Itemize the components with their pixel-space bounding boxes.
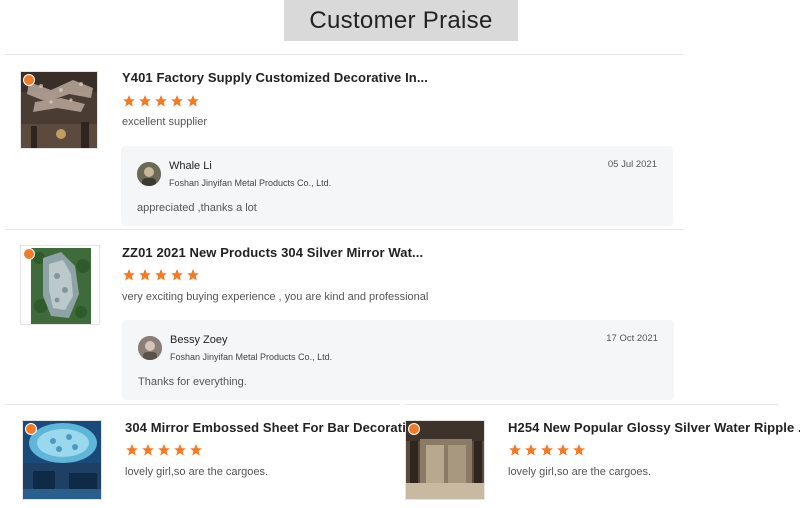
- review-comment: excellent supplier: [122, 116, 207, 128]
- star-icon: [174, 444, 186, 456]
- star-icon: [541, 444, 553, 456]
- product-thumbnail[interactable]: [405, 420, 485, 500]
- reply-text: appreciated ,thanks a lot: [137, 202, 257, 214]
- star-icon: [142, 444, 154, 456]
- star-icon: [126, 444, 138, 456]
- divider: [5, 229, 684, 230]
- star-icon: [573, 444, 585, 456]
- star-icon: [525, 444, 537, 456]
- divider: [5, 404, 400, 405]
- star-rating: [122, 268, 200, 282]
- star-icon: [171, 95, 183, 107]
- star-icon: [557, 444, 569, 456]
- company-name: Foshan Jinyifan Metal Products Co., Ltd.: [169, 178, 332, 188]
- review-date: 17 Oct 2021: [606, 333, 658, 344]
- reviewer-name: Bessy Zoey: [170, 334, 228, 346]
- star-icon: [187, 95, 199, 107]
- star-icon: [190, 444, 202, 456]
- star-icon: [171, 269, 183, 281]
- star-icon: [123, 95, 135, 107]
- section-title: Customer Praise: [284, 0, 518, 41]
- divider: [5, 54, 684, 55]
- avatar-image: [137, 162, 161, 186]
- product-thumbnail[interactable]: [22, 420, 102, 500]
- review-comment: lovely girl,so are the cargoes.: [508, 466, 652, 478]
- badge-icon: [23, 74, 35, 86]
- badge-icon: [408, 423, 420, 435]
- reviewer-name: Whale Li: [169, 160, 212, 172]
- star-icon: [509, 444, 521, 456]
- divider: [405, 404, 778, 405]
- review-date: 05 Jul 2021: [607, 159, 657, 170]
- star-icon: [187, 269, 199, 281]
- badge-icon: [25, 423, 37, 435]
- review-comment: very exciting buying experience , you ar…: [122, 291, 429, 303]
- star-icon: [123, 269, 135, 281]
- company-name: Foshan Jinyifan Metal Products Co., Ltd.: [170, 352, 333, 362]
- product-title[interactable]: ZZ01 2021 New Products 304 Silver Mirror…: [122, 245, 423, 260]
- badge-icon: [23, 248, 35, 260]
- reply-text: Thanks for everything.: [138, 376, 247, 388]
- avatar: [138, 336, 162, 360]
- product-thumbnail[interactable]: [20, 245, 100, 325]
- star-rating: [122, 94, 200, 108]
- star-rating: [125, 443, 203, 457]
- star-icon: [155, 269, 167, 281]
- product-title[interactable]: H254 New Popular Glossy Silver Water Rip…: [508, 420, 800, 435]
- star-rating: [508, 443, 586, 457]
- supplier-reply: Bessy Zoey Foshan Jinyifan Metal Product…: [122, 320, 674, 400]
- product-thumbnail[interactable]: [20, 71, 98, 149]
- product-title[interactable]: 304 Mirror Embossed Sheet For Bar Decora…: [125, 420, 432, 435]
- product-title[interactable]: Y401 Factory Supply Customized Decorativ…: [122, 70, 428, 85]
- star-icon: [155, 95, 167, 107]
- star-icon: [139, 269, 151, 281]
- supplier-reply: Whale Li Foshan Jinyifan Metal Products …: [121, 146, 673, 226]
- review-comment: lovely girl,so are the cargoes.: [125, 466, 269, 478]
- avatar: [137, 162, 161, 186]
- star-icon: [158, 444, 170, 456]
- star-icon: [139, 95, 151, 107]
- avatar-image: [138, 336, 162, 360]
